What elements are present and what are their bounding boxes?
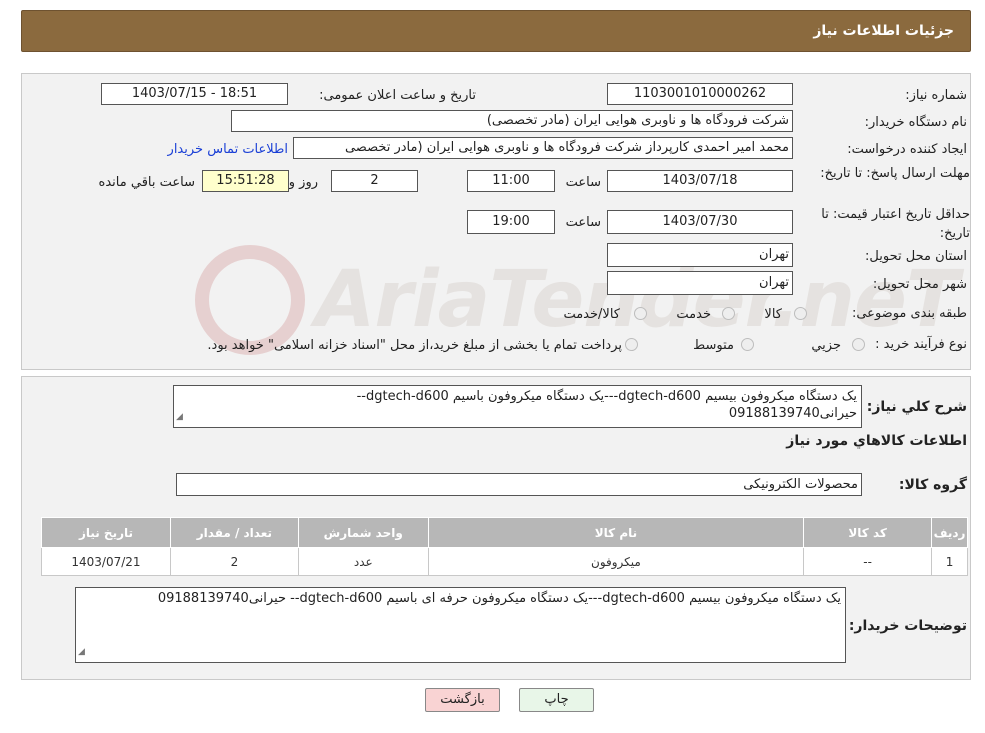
category-option-service: خدمت xyxy=(676,307,711,322)
validity-time-field: 19:00 xyxy=(467,210,555,234)
need-number-field: 1103001010000262 xyxy=(607,83,793,105)
requester-label: ایجاد کننده درخواست: xyxy=(847,142,967,157)
announce-field: 1403/07/15 - 18:51 xyxy=(101,83,288,105)
deadline-time-field: 11:00 xyxy=(467,170,555,192)
validity-label: حداقل تاریخ اعتبار قیمت: تا تاریخ: xyxy=(821,207,970,241)
col-item-code: کد کالا xyxy=(803,517,933,548)
category-option-goods-service: کالا/خدمت xyxy=(563,307,620,322)
goods-table: ردیف کد کالا نام کالا واحد شمارش تعداد /… xyxy=(41,517,968,576)
deadline-date-field: 1403/07/18 xyxy=(607,170,793,192)
page-header: جزئیات اطلاعات نیاز xyxy=(21,10,971,52)
cell-row-number: 1 xyxy=(931,547,968,576)
col-unit: واحد شمارش xyxy=(297,517,429,548)
process-radio-minor[interactable] xyxy=(852,338,865,351)
process-label: نوع فرآیند خرید : xyxy=(875,337,967,352)
description-label: شرح کلي نیاز: xyxy=(866,399,967,415)
city-label: شهر محل تحویل: xyxy=(872,277,967,292)
days-label: روز و xyxy=(288,175,318,190)
category-label: طبقه بندی موضوعی: xyxy=(851,306,967,321)
buyer-org-field: شرکت فرودگاه ها و ناوبری هوایی ایران (ما… xyxy=(231,110,793,132)
page-title: جزئیات اطلاعات نیاز xyxy=(813,23,954,39)
col-item-name: نام کالا xyxy=(427,517,805,548)
cell-unit: عدد xyxy=(297,547,429,576)
deadline-time-label: ساعت xyxy=(565,175,601,190)
process-option-medium: متوسط xyxy=(693,338,734,353)
process-radio-treasury[interactable] xyxy=(625,338,638,351)
back-button[interactable]: بازگشت xyxy=(425,688,500,712)
col-row-number: ردیف xyxy=(931,517,968,548)
goods-table-header-row: ردیف کد کالا نام کالا واحد شمارش تعداد /… xyxy=(41,517,968,548)
buyer-org-label: نام دستگاه خریدار: xyxy=(864,115,967,130)
remaining-time-field: 15:51:28 xyxy=(202,170,289,192)
province-field: تهران xyxy=(607,243,793,267)
contact-info-link[interactable]: اطلاعات تماس خریدار xyxy=(168,142,288,157)
description-line-2: حیرانی09188139740 xyxy=(728,406,857,421)
need-number-label: شماره نیاز: xyxy=(905,88,967,103)
buyer-notes-label: توضیحات خریدار: xyxy=(848,618,967,634)
province-label: استان محل تحویل: xyxy=(865,249,967,264)
category-radio-service[interactable] xyxy=(722,307,735,320)
category-radio-goods[interactable] xyxy=(794,307,807,320)
resize-grip-icon[interactable]: ◢ xyxy=(176,409,183,426)
description-textarea[interactable]: یک دستگاه میکروفون بیسیم dgtech-d600---ی… xyxy=(173,385,862,428)
cell-need-date: 1403/07/21 xyxy=(41,547,171,576)
process-note: پرداخت تمام یا بخشی از مبلغ خرید،از محل … xyxy=(207,338,622,353)
goods-group-field: محصولات الکترونیکی xyxy=(176,473,862,496)
description-line-1: یک دستگاه میکروفون بیسیم dgtech-d600---ی… xyxy=(356,389,857,404)
deadline-label: مهلت ارسال پاسخ: تا تاریخ: xyxy=(820,166,970,181)
category-radio-goods-service[interactable] xyxy=(634,307,647,320)
buyer-notes-text: یک دستگاه میکروفون بیسیم dgtech-d600---ی… xyxy=(157,591,841,606)
city-field: تهران xyxy=(607,271,793,295)
category-option-goods: کالا xyxy=(764,307,782,322)
goods-section-title: اطلاعات کالاهاي مورد نیاز xyxy=(786,433,967,449)
remaining-label: ساعت باقي مانده xyxy=(98,175,195,190)
process-radio-medium[interactable] xyxy=(741,338,754,351)
process-option-minor: جزیي xyxy=(811,338,841,353)
validity-time-label: ساعت xyxy=(565,215,601,230)
validity-date-field: 1403/07/30 xyxy=(607,210,793,234)
days-field: 2 xyxy=(331,170,418,192)
print-button[interactable]: چاپ xyxy=(519,688,594,712)
buyer-notes-textarea[interactable]: یک دستگاه میکروفون بیسیم dgtech-d600---ی… xyxy=(75,587,846,663)
goods-group-label: گروه کالا: xyxy=(898,477,967,493)
cell-quantity: 2 xyxy=(169,547,299,576)
announce-label: تاریخ و ساعت اعلان عمومی: xyxy=(319,88,476,103)
cell-item-code: -- xyxy=(803,547,933,576)
col-need-date: تاریخ نیاز xyxy=(41,517,171,548)
table-row: 1 -- میکروفون عدد 2 1403/07/21 xyxy=(41,547,968,576)
col-quantity: تعداد / مقدار xyxy=(169,517,299,548)
requester-field: محمد امیر احمدی کارپرداز شرکت فرودگاه ها… xyxy=(293,137,793,159)
resize-grip-icon[interactable]: ◢ xyxy=(78,644,85,661)
cell-item-name: میکروفون xyxy=(427,547,805,576)
